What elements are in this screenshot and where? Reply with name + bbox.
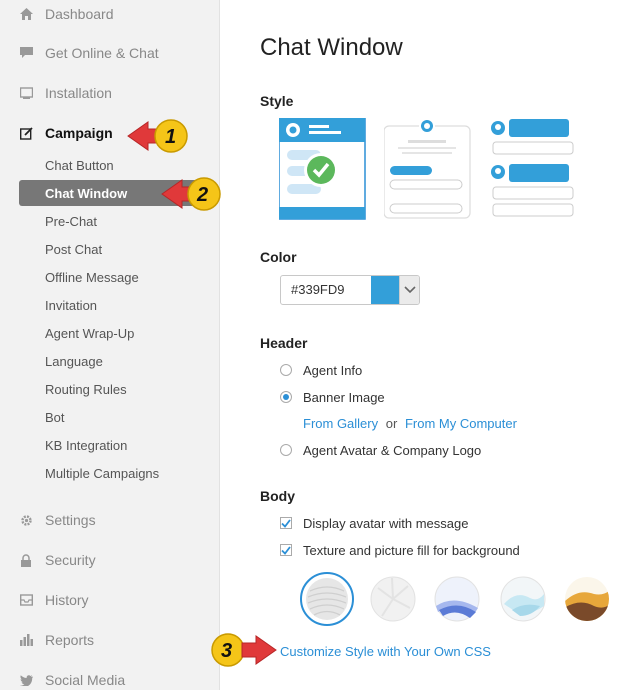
radio-button[interactable] bbox=[280, 444, 292, 456]
style-option-3[interactable] bbox=[487, 118, 575, 220]
radio-label: Agent Info bbox=[303, 362, 363, 378]
gear-icon bbox=[19, 513, 33, 527]
bar-chart-icon bbox=[19, 633, 33, 647]
texture-option-3[interactable] bbox=[434, 576, 480, 622]
or-text: or bbox=[385, 416, 398, 431]
monitor-icon bbox=[19, 86, 33, 100]
customize-css-link[interactable]: Customize Style with Your Own CSS bbox=[280, 644, 491, 659]
sidebar-item-label: Reports bbox=[45, 632, 95, 648]
sidebar-subitem-label: Agent Wrap-Up bbox=[45, 325, 135, 341]
check-icon bbox=[281, 545, 291, 555]
sidebar-subitem-label: Multiple Campaigns bbox=[45, 465, 160, 481]
color-hex-value: #339FD9 bbox=[291, 282, 345, 297]
sidebar-subitem-label: Chat Window bbox=[45, 185, 128, 201]
sidebar-subitem-language[interactable]: Language bbox=[0, 348, 219, 374]
sidebar-subitem-label: Pre-Chat bbox=[45, 213, 98, 229]
body-option-texture-fill[interactable]: Texture and picture fill for background bbox=[280, 540, 520, 560]
sidebar-subitem-offline-message[interactable]: Offline Message bbox=[0, 264, 219, 290]
sidebar-subitem-agent-wrap-up[interactable]: Agent Wrap-Up bbox=[0, 320, 219, 346]
radio-button-selected[interactable] bbox=[280, 391, 292, 403]
sidebar-subitem-routing-rules[interactable]: Routing Rules bbox=[0, 376, 219, 402]
header-option-agent-avatar-logo[interactable]: Agent Avatar & Company Logo bbox=[280, 440, 481, 460]
sidebar-item-get-online-chat[interactable]: Get Online & Chat bbox=[0, 38, 219, 68]
texture-option-5[interactable] bbox=[564, 576, 610, 622]
callout-number: 2 bbox=[197, 184, 209, 206]
sidebar-item-history[interactable]: History bbox=[0, 585, 219, 615]
from-gallery-link[interactable]: From Gallery bbox=[303, 416, 378, 431]
sidebar-subitem-bot[interactable]: Bot bbox=[0, 404, 219, 430]
sidebar-item-reports[interactable]: Reports bbox=[0, 625, 219, 655]
sidebar-item-label: Security bbox=[45, 552, 96, 568]
sidebar-subitem-multiple-campaigns[interactable]: Multiple Campaigns bbox=[0, 460, 219, 486]
body-heading: Body bbox=[260, 488, 295, 504]
header-option-agent-info[interactable]: Agent Info bbox=[280, 360, 362, 380]
sidebar-subitem-label: Post Chat bbox=[45, 241, 103, 257]
sidebar-item-security[interactable]: Security bbox=[0, 545, 219, 575]
inbox-icon bbox=[19, 593, 33, 607]
sidebar-item-installation[interactable]: Installation bbox=[0, 78, 219, 108]
callout-number: 3 bbox=[221, 640, 233, 662]
from-computer-link[interactable]: From My Computer bbox=[405, 416, 517, 431]
sidebar-subitem-invitation[interactable]: Invitation bbox=[0, 292, 219, 318]
radio-label: Banner Image bbox=[303, 389, 385, 405]
sidebar-subitem-label: Offline Message bbox=[45, 269, 139, 285]
sidebar-subitem-label: Language bbox=[45, 353, 103, 369]
radio-label: Agent Avatar & Company Logo bbox=[303, 442, 482, 458]
header-option-banner-image[interactable]: Banner Image bbox=[280, 387, 385, 407]
style-option-1[interactable] bbox=[278, 117, 367, 220]
callout-marker-1: 1 bbox=[124, 118, 190, 159]
home-icon bbox=[19, 7, 33, 21]
sidebar-subitem-label: Bot bbox=[45, 409, 65, 425]
color-picker[interactable]: #339FD9 bbox=[280, 275, 420, 305]
checkbox-label: Display avatar with message bbox=[303, 515, 469, 531]
checkbox-label: Texture and picture fill for background bbox=[303, 542, 520, 558]
style-heading: Style bbox=[260, 93, 294, 109]
texture-option-1-selected[interactable] bbox=[300, 572, 354, 626]
bird-icon bbox=[19, 673, 33, 687]
color-heading: Color bbox=[260, 249, 297, 265]
callout-marker-2: 2 bbox=[158, 176, 224, 217]
body-option-display-avatar[interactable]: Display avatar with message bbox=[280, 513, 468, 533]
checkbox-checked[interactable] bbox=[280, 544, 292, 556]
sidebar-item-label: Settings bbox=[45, 512, 96, 528]
callout-marker-3: 3 bbox=[210, 632, 280, 673]
sidebar-item-label: Installation bbox=[45, 85, 112, 101]
radio-button[interactable] bbox=[280, 364, 292, 376]
sidebar-subitem-kb-integration[interactable]: KB Integration bbox=[0, 432, 219, 458]
texture-option-4[interactable] bbox=[500, 576, 546, 622]
callout-number: 1 bbox=[165, 126, 177, 148]
sidebar-item-label: Get Online & Chat bbox=[45, 45, 159, 61]
header-heading: Header bbox=[260, 335, 308, 351]
banner-source-links: From Gallery or From My Computer bbox=[303, 416, 517, 431]
sidebar-item-social-media[interactable]: Social Media bbox=[0, 665, 219, 695]
sidebar-item-dashboard[interactable]: Dashboard bbox=[0, 0, 219, 29]
checkbox-checked[interactable] bbox=[280, 517, 292, 529]
sidebar-subitem-label: KB Integration bbox=[45, 437, 128, 453]
sidebar-item-label: Social Media bbox=[45, 672, 126, 688]
sidebar-item-label: History bbox=[45, 592, 89, 608]
edit-icon bbox=[19, 126, 33, 140]
style-option-2[interactable] bbox=[383, 118, 472, 220]
sidebar-subitem-label: Chat Button bbox=[45, 157, 114, 173]
sidebar-item-label: Dashboard bbox=[45, 6, 114, 22]
check-icon bbox=[281, 518, 291, 528]
main-panel: Chat Window Style Color #339FD9 Header A… bbox=[220, 0, 620, 690]
sidebar: Dashboard Get Online & Chat Installation… bbox=[0, 0, 220, 690]
sidebar-item-settings[interactable]: Settings bbox=[0, 505, 219, 535]
color-dropdown-button[interactable] bbox=[399, 276, 419, 304]
sidebar-subitem-post-chat[interactable]: Post Chat bbox=[0, 236, 219, 262]
chat-bubble-icon bbox=[19, 46, 33, 60]
page-title: Chat Window bbox=[260, 34, 403, 61]
color-swatch[interactable] bbox=[371, 276, 399, 304]
sidebar-subitem-label: Invitation bbox=[45, 297, 98, 313]
sidebar-item-label: Campaign bbox=[45, 125, 113, 141]
lock-icon bbox=[19, 553, 33, 567]
chevron-down-icon bbox=[403, 281, 416, 299]
sidebar-subitem-label: Routing Rules bbox=[45, 381, 127, 397]
texture-option-2[interactable] bbox=[370, 576, 416, 622]
